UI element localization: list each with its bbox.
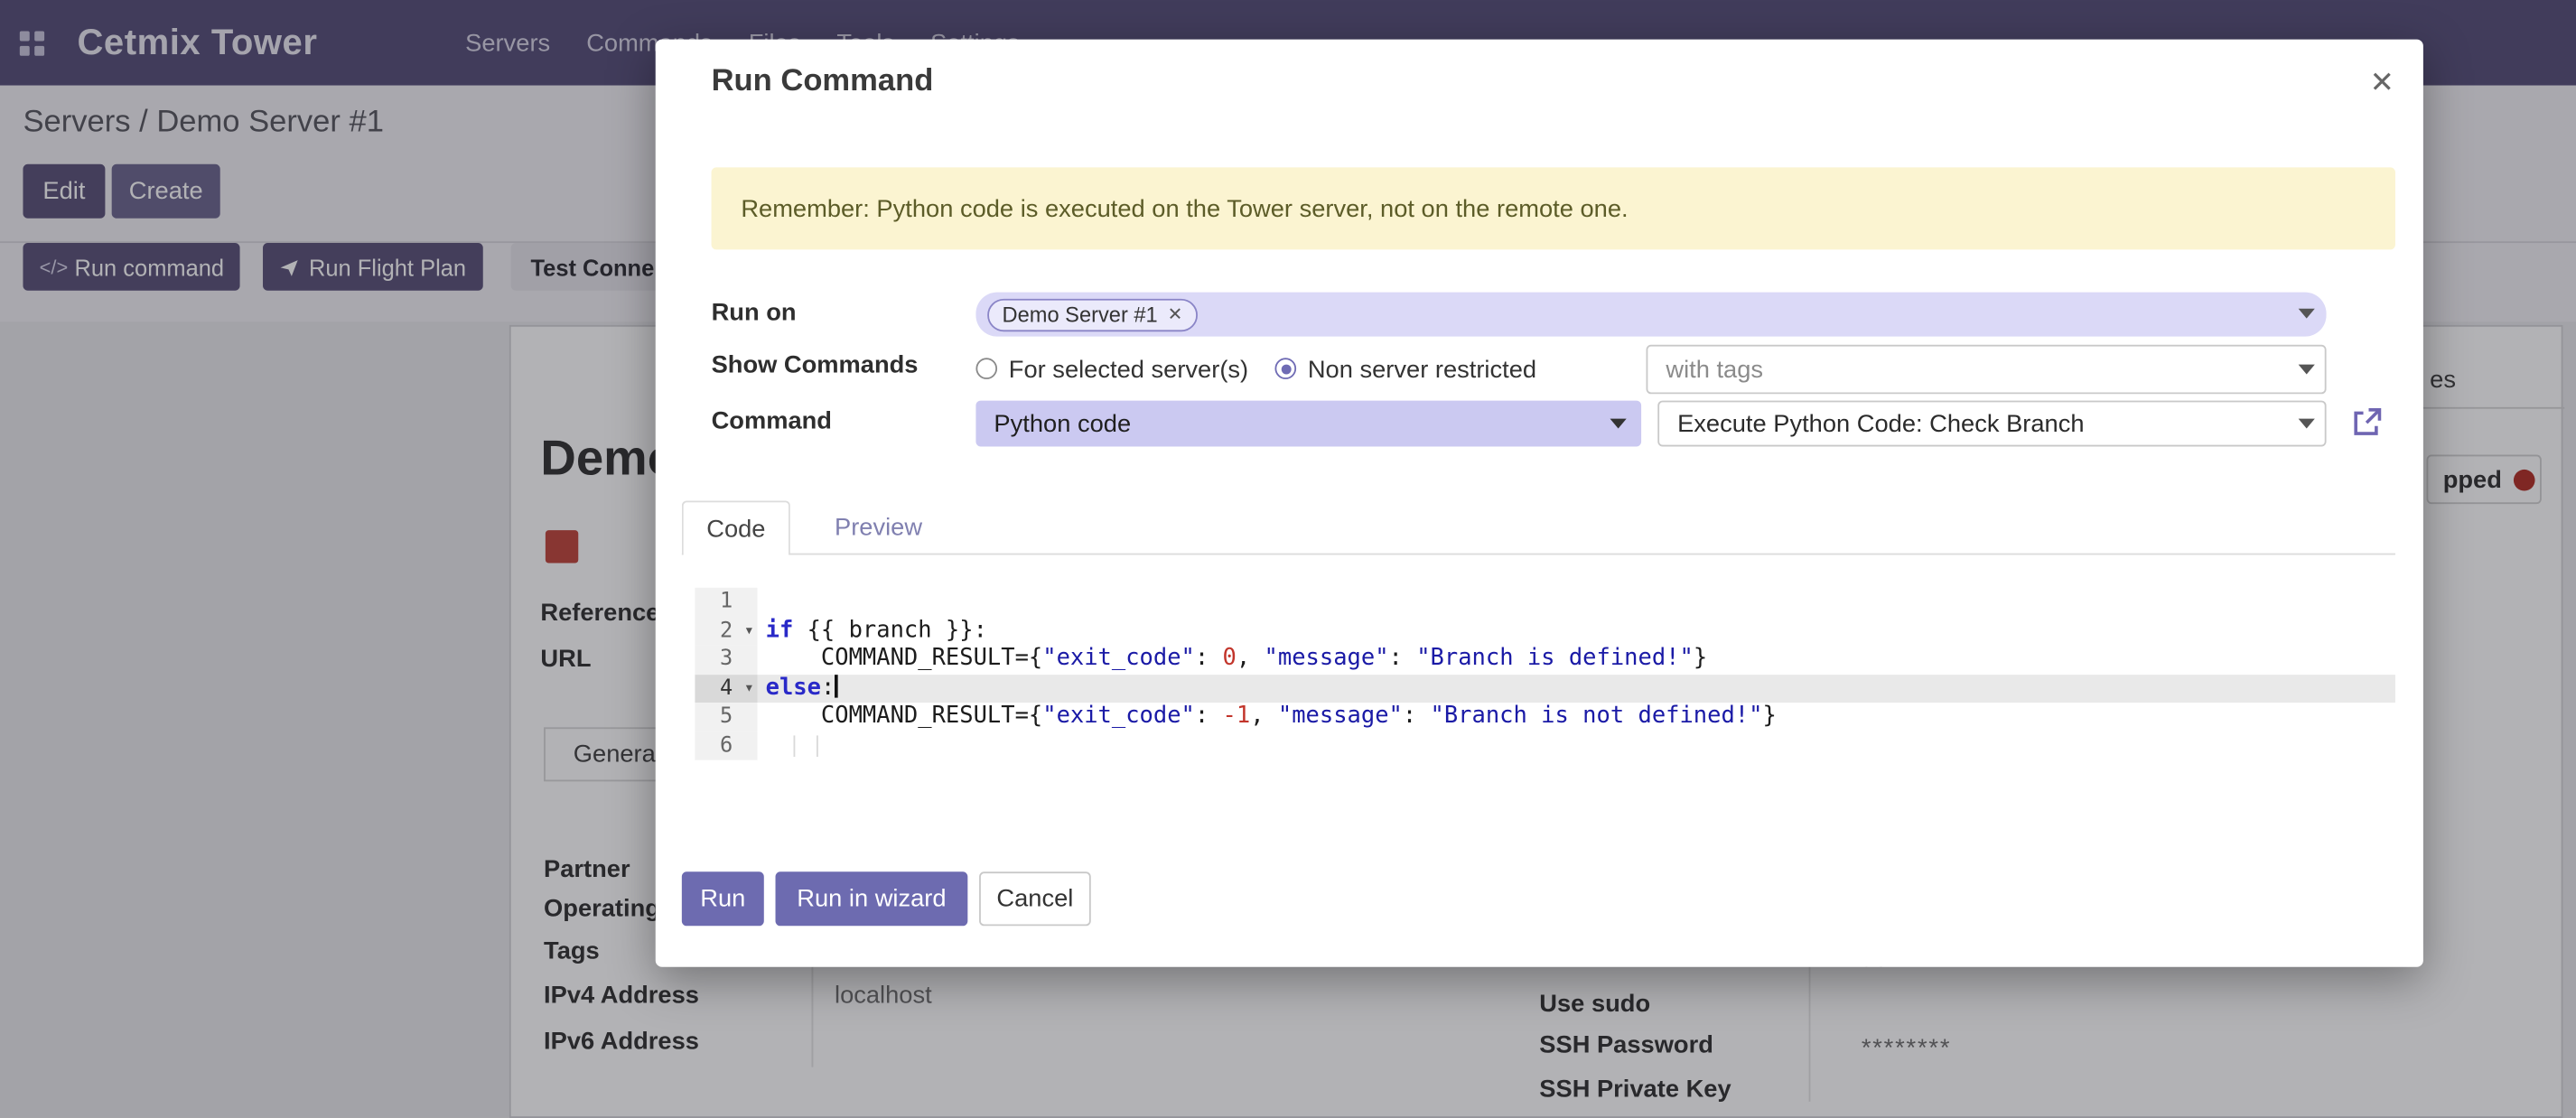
code-token: : <box>821 674 835 700</box>
command-select[interactable]: Execute Python Code: Check Branch <box>1657 401 2326 447</box>
command-type-select[interactable]: Python code <box>975 401 1641 447</box>
code-token: "Branch is not defined!" <box>1431 703 1763 729</box>
code-token: "exit_code" <box>1042 645 1195 671</box>
command-label: Command <box>712 407 832 435</box>
editor-line[interactable]: 5 COMMAND_RESULT={"exit_code": -1, "mess… <box>695 703 2395 731</box>
screenshot-stage: Cetmix Tower Servers Commands Files Tool… <box>0 0 2576 1118</box>
radio-non-server-restricted-label[interactable]: Non server restricted <box>1308 356 1536 384</box>
tab-code[interactable]: Code <box>682 500 790 554</box>
code-token: : <box>1403 703 1431 729</box>
run-command-modal: Run Command ✕ Remember: Python code is e… <box>656 40 2423 967</box>
tabs-underline <box>682 554 2395 555</box>
code-token: "message" <box>1278 703 1403 729</box>
close-icon[interactable]: ✕ <box>2361 61 2403 103</box>
editor-code-line[interactable]: else: <box>758 674 2395 703</box>
editor-code-line[interactable] <box>758 731 2395 760</box>
run-on-label: Run on <box>712 299 797 327</box>
with-tags-select[interactable]: with tags <box>1647 345 2327 395</box>
code-token: , <box>1237 645 1265 671</box>
run-button[interactable]: Run <box>682 871 764 926</box>
with-tags-caret-icon <box>2299 365 2315 375</box>
code-token: : <box>1195 645 1223 671</box>
editor-gutter-cell[interactable]: 5 <box>695 703 757 731</box>
radio-selected-servers-label[interactable]: For selected server(s) <box>1009 356 1248 384</box>
fold-arrow-icon[interactable]: ▾ <box>744 617 754 646</box>
command-caret-icon <box>2299 419 2315 429</box>
code-token: , <box>1250 703 1278 729</box>
code-token: : <box>1195 703 1223 729</box>
show-commands-label: Show Commands <box>712 351 919 379</box>
chip-remove-icon[interactable]: ✕ <box>1168 303 1183 325</box>
editor-line[interactable]: 1 <box>695 588 2395 617</box>
editor-line[interactable]: 3 COMMAND_RESULT={"exit_code": 0, "messa… <box>695 645 2395 674</box>
editor-code-line[interactable]: COMMAND_RESULT={"exit_code": 0, "message… <box>758 645 2395 674</box>
server-chip-label: Demo Server #1 <box>1003 302 1158 326</box>
server-chip[interactable]: Demo Server #1 ✕ <box>987 298 1198 331</box>
alert-text: Remember: Python code is executed on the… <box>741 194 1628 222</box>
editor-code-line[interactable] <box>758 588 2395 617</box>
code-token: COMMAND_RESULT={ <box>766 703 1043 729</box>
code-token: COMMAND_RESULT={ <box>766 645 1043 671</box>
radio-selected-servers[interactable] <box>975 358 997 379</box>
code-token: } <box>1694 645 1707 671</box>
cancel-button[interactable]: Cancel <box>979 871 1091 926</box>
fold-arrow-icon[interactable]: ▾ <box>744 674 754 703</box>
code-token: } <box>1762 703 1776 729</box>
modal-title: Run Command <box>712 64 934 100</box>
command-type-caret-icon <box>1610 419 1627 429</box>
run-on-field[interactable]: Demo Server #1 ✕ <box>975 293 2326 337</box>
indent-guide <box>794 735 796 757</box>
code-token: {{ branch }}: <box>793 617 987 643</box>
code-token: "exit_code" <box>1042 703 1195 729</box>
tab-preview[interactable]: Preview <box>815 500 942 554</box>
editor-code-line[interactable]: COMMAND_RESULT={"exit_code": -1, "messag… <box>758 703 2395 731</box>
code-token: "message" <box>1265 645 1389 671</box>
radio-non-server-restricted[interactable] <box>1274 358 1296 379</box>
code-token: 0 <box>1223 645 1237 671</box>
editor-gutter-cell[interactable]: 4▾ <box>695 674 757 703</box>
editor-line[interactable]: 4▾else: <box>695 674 2395 703</box>
text-cursor <box>835 674 838 696</box>
editor-line[interactable]: 2▾if {{ branch }}: <box>695 617 2395 646</box>
run-on-caret-icon <box>2299 309 2315 319</box>
external-link-icon[interactable] <box>2349 405 2384 440</box>
editor-gutter-cell[interactable]: 1 <box>695 588 757 617</box>
indent-guide <box>817 735 818 757</box>
editor-gutter-cell[interactable]: 3 <box>695 645 757 674</box>
code-token: else <box>766 674 821 700</box>
code-editor[interactable]: 12▾if {{ branch }}:3 COMMAND_RESULT={"ex… <box>695 588 2395 760</box>
code-token: -1 <box>1223 703 1251 729</box>
code-token: "Branch is defined!" <box>1416 645 1694 671</box>
editor-gutter-cell[interactable]: 6 <box>695 731 757 760</box>
run-in-wizard-button[interactable]: Run in wizard <box>776 871 968 926</box>
editor-line[interactable]: 6 <box>695 731 2395 760</box>
code-token: if <box>766 617 794 643</box>
editor-code-line[interactable]: if {{ branch }}: <box>758 617 2395 646</box>
code-token: : <box>1389 645 1417 671</box>
python-warning-alert: Remember: Python code is executed on the… <box>712 167 2395 249</box>
editor-gutter-cell[interactable]: 2▾ <box>695 617 757 646</box>
